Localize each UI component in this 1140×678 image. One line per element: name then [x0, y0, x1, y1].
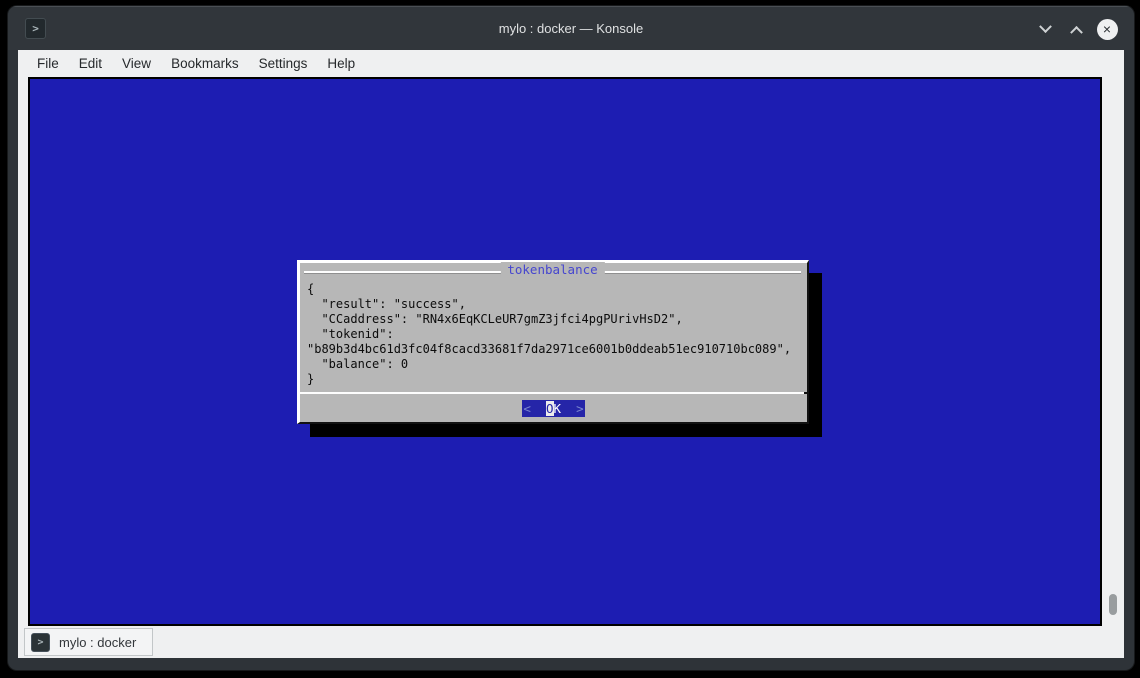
- menu-bookmarks[interactable]: Bookmarks: [161, 53, 249, 74]
- dialog-json-output: { "result": "success", "CCaddress": "RN4…: [300, 279, 807, 392]
- menu-help[interactable]: Help: [317, 53, 365, 74]
- close-icon: ×: [1097, 19, 1118, 40]
- window-controls: ×: [1034, 7, 1118, 51]
- chevron-up-icon: [1070, 25, 1083, 38]
- dialog-title: tokenbalance: [500, 262, 604, 277]
- dialog-title-row: tokenbalance: [304, 264, 801, 279]
- konsole-tab-icon: >: [31, 633, 50, 652]
- terminal-viewport[interactable]: tokenbalance { "result": "success", "CCa…: [28, 77, 1102, 626]
- ok-button[interactable]: < OK >: [522, 400, 584, 417]
- chevron-down-icon: [1039, 20, 1052, 33]
- titlebar[interactable]: > mylo : docker — Konsole ×: [8, 6, 1134, 50]
- ok-label-rest: K: [554, 401, 562, 416]
- menu-file[interactable]: File: [27, 53, 69, 74]
- prompt-glyph: >: [32, 22, 39, 35]
- menu-settings[interactable]: Settings: [249, 53, 318, 74]
- maximize-button[interactable]: [1065, 18, 1087, 40]
- scrollbar-thumb[interactable]: [1109, 594, 1117, 615]
- terminal-scrollbar[interactable]: [1102, 77, 1124, 626]
- prompt-glyph: >: [37, 637, 43, 648]
- ok-close-bracket: >: [561, 401, 584, 416]
- window-body: File Edit View Bookmarks Settings Help t…: [18, 50, 1124, 658]
- window-title: mylo : docker — Konsole: [8, 21, 1134, 36]
- dialog-button-row: < OK >: [300, 394, 807, 422]
- menu-view[interactable]: View: [112, 53, 161, 74]
- konsole-app-icon[interactable]: >: [25, 18, 46, 39]
- terminal-row: tokenbalance { "result": "success", "CCa…: [18, 77, 1124, 626]
- dialog-separator: [300, 392, 807, 394]
- ok-cursor-char: O: [546, 401, 554, 416]
- tab-mylo-docker[interactable]: > mylo : docker: [24, 628, 153, 656]
- konsole-window: > mylo : docker — Konsole × File Edit Vi…: [8, 6, 1134, 670]
- tokenbalance-dialog: tokenbalance { "result": "success", "CCa…: [297, 260, 809, 424]
- minimize-button[interactable]: [1034, 18, 1056, 40]
- ok-open-bracket: <: [523, 401, 546, 416]
- menu-edit[interactable]: Edit: [69, 53, 112, 74]
- close-button[interactable]: ×: [1096, 18, 1118, 40]
- menubar: File Edit View Bookmarks Settings Help: [18, 50, 1124, 77]
- tabbar: > mylo : docker: [18, 626, 1124, 658]
- tab-label: mylo : docker: [59, 635, 136, 650]
